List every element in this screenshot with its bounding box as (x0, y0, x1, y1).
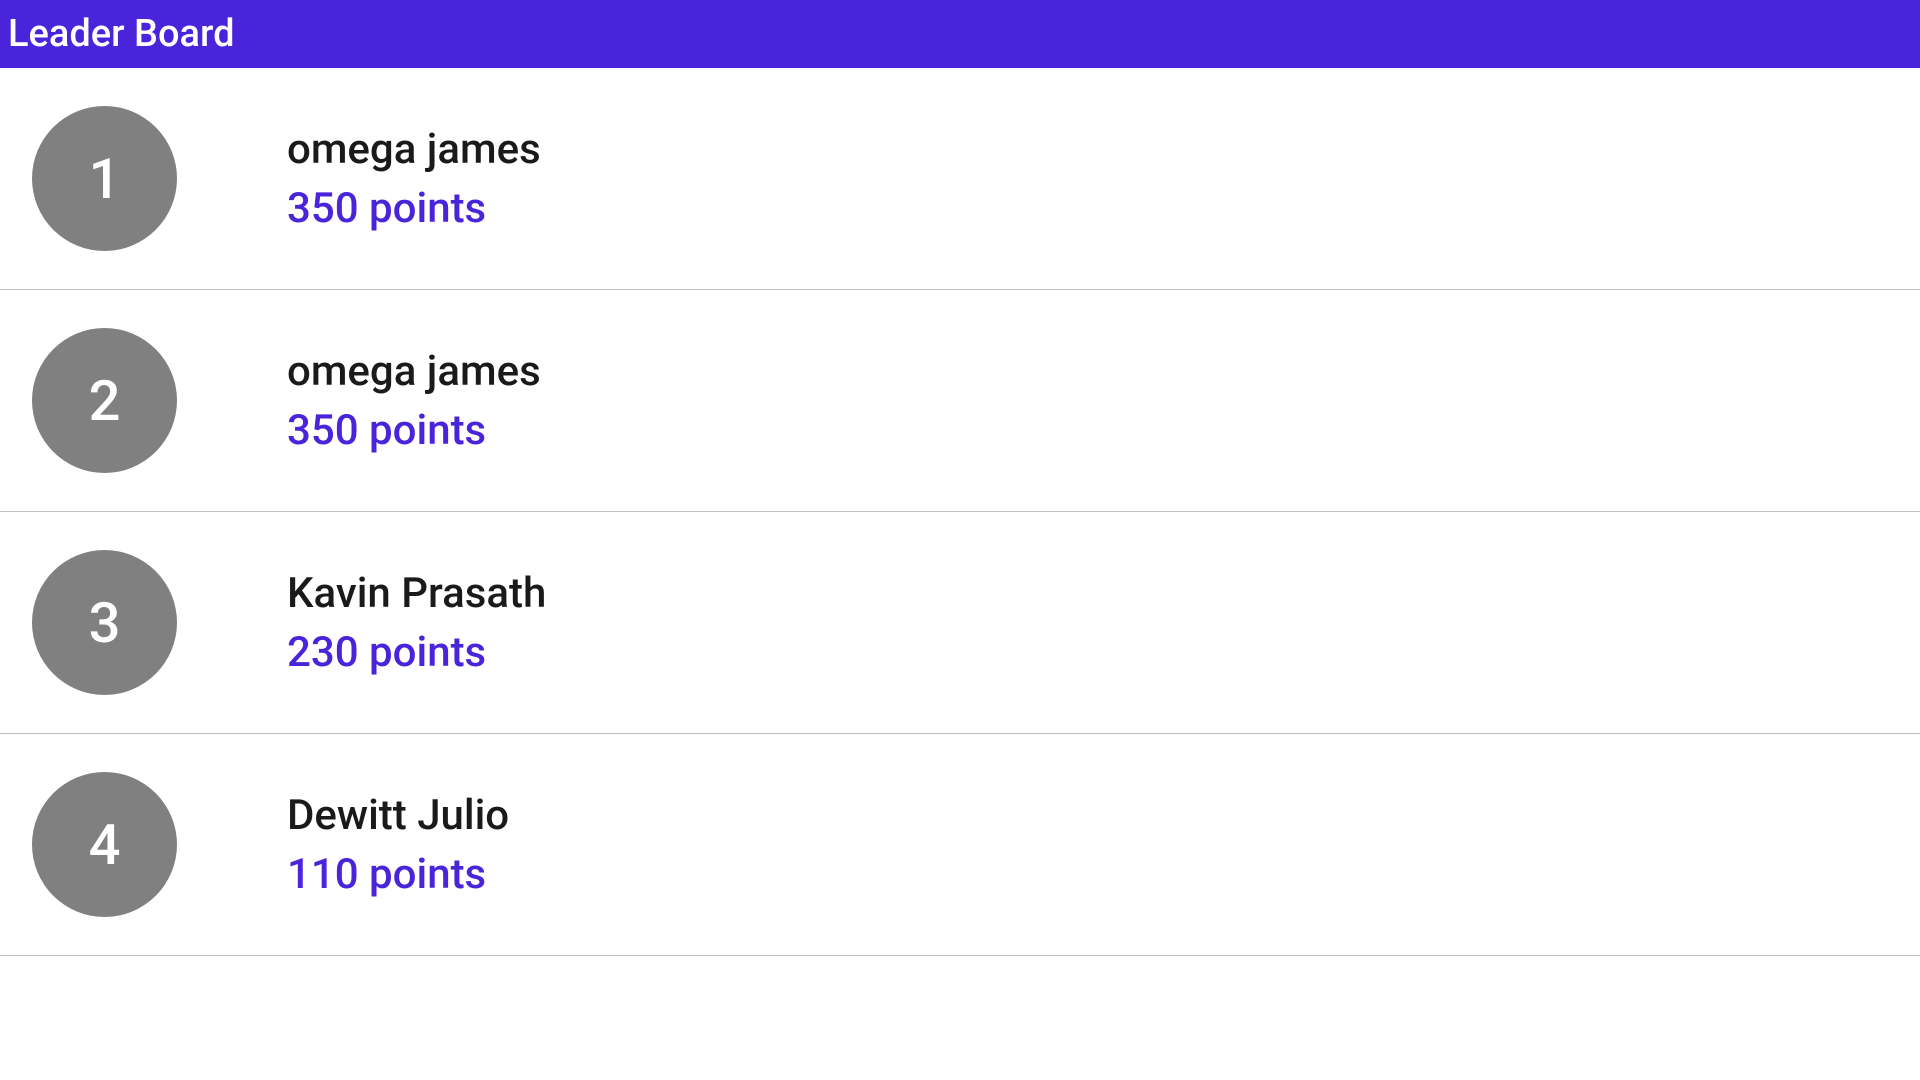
rank-number: 3 (89, 590, 121, 656)
item-content: Dewitt Julio 110 points (287, 791, 509, 899)
list-item[interactable]: 1 omega james 350 points (0, 68, 1920, 290)
rank-badge: 4 (32, 772, 177, 917)
item-content: omega james 350 points (287, 125, 541, 233)
player-points: 350 points (287, 406, 541, 455)
rank-badge: 1 (32, 106, 177, 251)
rank-number: 2 (89, 368, 121, 434)
page-title: Leader Board (8, 12, 235, 56)
list-item[interactable]: 4 Dewitt Julio 110 points (0, 734, 1920, 956)
player-points: 230 points (287, 628, 546, 677)
player-points: 110 points (287, 850, 509, 899)
rank-number: 4 (89, 812, 121, 878)
list-item[interactable]: 2 omega james 350 points (0, 290, 1920, 512)
rank-badge: 3 (32, 550, 177, 695)
rank-number: 1 (89, 146, 121, 212)
leaderboard-list: 1 omega james 350 points 2 omega james 3… (0, 68, 1920, 956)
player-points: 350 points (287, 184, 541, 233)
player-name: omega james (287, 347, 541, 396)
item-content: Kavin Prasath 230 points (287, 569, 546, 677)
rank-badge: 2 (32, 328, 177, 473)
player-name: Dewitt Julio (287, 791, 509, 840)
player-name: Kavin Prasath (287, 569, 546, 618)
player-name: omega james (287, 125, 541, 174)
page-header: Leader Board (0, 0, 1920, 68)
item-content: omega james 350 points (287, 347, 541, 455)
list-item[interactable]: 3 Kavin Prasath 230 points (0, 512, 1920, 734)
